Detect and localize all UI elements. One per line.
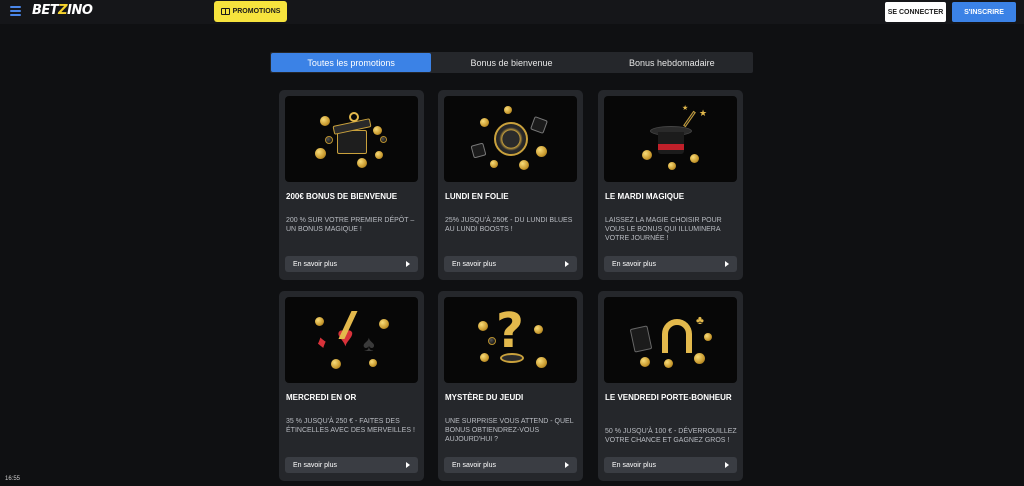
card-description: 200 % SUR VOTRE PREMIER DÉPÔT – UN BONUS… xyxy=(286,217,415,233)
learn-more-button[interactable]: En savoir plus xyxy=(285,256,418,272)
magic-hat-icon: ★ ★ xyxy=(604,96,737,182)
login-button[interactable]: SE CONNECTER xyxy=(885,2,946,22)
play-arrow-icon xyxy=(406,462,410,468)
card-title: 200€ BONUS DE BIENVENUE xyxy=(286,192,398,201)
promo-card-welcome[interactable]: 200€ BONUS DE BIENVENUE 200 % SUR VOTRE … xyxy=(279,90,424,280)
promo-card-thursday[interactable]: ? MYSTÈRE DU JEUDI UNE SURPRISE VOUS ATT… xyxy=(438,291,583,481)
learn-more-button[interactable]: En savoir plus xyxy=(444,457,577,473)
learn-more-label: En savoir plus xyxy=(612,461,656,469)
card-suits-lightning-icon: ♥ ♦ ♠ xyxy=(285,297,418,383)
promo-card-friday[interactable]: ♣ LE VENDREDI PORTE-BONHEUR 50 % JUSQU'À… xyxy=(598,291,743,481)
promotions-label: PROMOTIONS xyxy=(232,8,281,15)
card-description: 35 % JUSQU'À 250 € - FAITES DES ÉTINCELL… xyxy=(286,418,415,434)
card-title: MYSTÈRE DU JEUDI xyxy=(445,393,524,402)
promotions-button[interactable]: PROMOTIONS xyxy=(214,1,287,22)
learn-more-label: En savoir plus xyxy=(452,461,496,469)
learn-more-button[interactable]: En savoir plus xyxy=(285,457,418,473)
learn-more-button[interactable]: En savoir plus xyxy=(604,457,737,473)
promo-card-wednesday[interactable]: ♥ ♦ ♠ MERCREDI EN OR 35 % JUSQU'À 250 € … xyxy=(279,291,424,481)
horseshoe-clover-icon: ♣ xyxy=(604,297,737,383)
card-title: LE MARDI MAGIQUE xyxy=(605,192,685,201)
learn-more-label: En savoir plus xyxy=(293,461,337,469)
card-title: MERCREDI EN OR xyxy=(286,393,357,402)
learn-more-button[interactable]: En savoir plus xyxy=(444,256,577,272)
top-navigation-bar: BETZINO PROMOTIONS SE CONNECTER S'INSCRI… xyxy=(0,0,1024,24)
gift-icon xyxy=(220,8,230,15)
promo-card-tuesday[interactable]: ★ ★ LE MARDI MAGIQUE LAISSEZ LA MAGIE CH… xyxy=(598,90,743,280)
card-description: 50 % JUSQU'À 100 € - DÉVERROUILLEZ VOTRE… xyxy=(605,428,737,444)
learn-more-label: En savoir plus xyxy=(452,260,496,268)
play-arrow-icon xyxy=(406,261,410,267)
play-arrow-icon xyxy=(565,261,569,267)
card-title: LE VENDREDI PORTE-BONHEUR xyxy=(605,393,732,402)
tab-weekly-bonus[interactable]: Bonus hebdomadaire xyxy=(592,53,752,72)
casino-chip-dice-icon xyxy=(444,96,577,182)
play-arrow-icon xyxy=(565,462,569,468)
card-description: LAISSEZ LA MAGIE CHOISIR POUR VOUS LE BO… xyxy=(605,217,722,242)
card-description: 25% JUSQU'À 250€ - DU LUNDI BLUES AU LUN… xyxy=(445,217,573,233)
question-mark-icon: ? xyxy=(444,297,577,383)
tab-welcome-bonus[interactable]: Bonus de bienvenue xyxy=(431,53,591,72)
status-time: 16:55 xyxy=(5,476,21,482)
learn-more-button[interactable]: En savoir plus xyxy=(604,256,737,272)
learn-more-label: En savoir plus xyxy=(293,260,337,268)
learn-more-label: En savoir plus xyxy=(612,260,656,268)
tab-all-promotions[interactable]: Toutes les promotions xyxy=(271,53,432,72)
betzino-logo[interactable]: BETZINO xyxy=(32,3,93,18)
promo-card-monday[interactable]: LUNDI EN FOLIE 25% JUSQU'À 250€ - DU LUN… xyxy=(438,90,583,280)
play-arrow-icon xyxy=(725,261,729,267)
play-arrow-icon xyxy=(725,462,729,468)
hamburger-menu-icon[interactable] xyxy=(10,6,21,16)
signup-button[interactable]: S'INSCRIRE xyxy=(952,2,1016,22)
card-description: UNE SURPRISE VOUS ATTEND - QUEL BONUS OB… xyxy=(445,418,574,443)
card-title: LUNDI EN FOLIE xyxy=(445,192,509,201)
gift-box-icon xyxy=(285,96,418,182)
promotion-tabs: Toutes les promotions Bonus de bienvenue… xyxy=(270,52,753,73)
